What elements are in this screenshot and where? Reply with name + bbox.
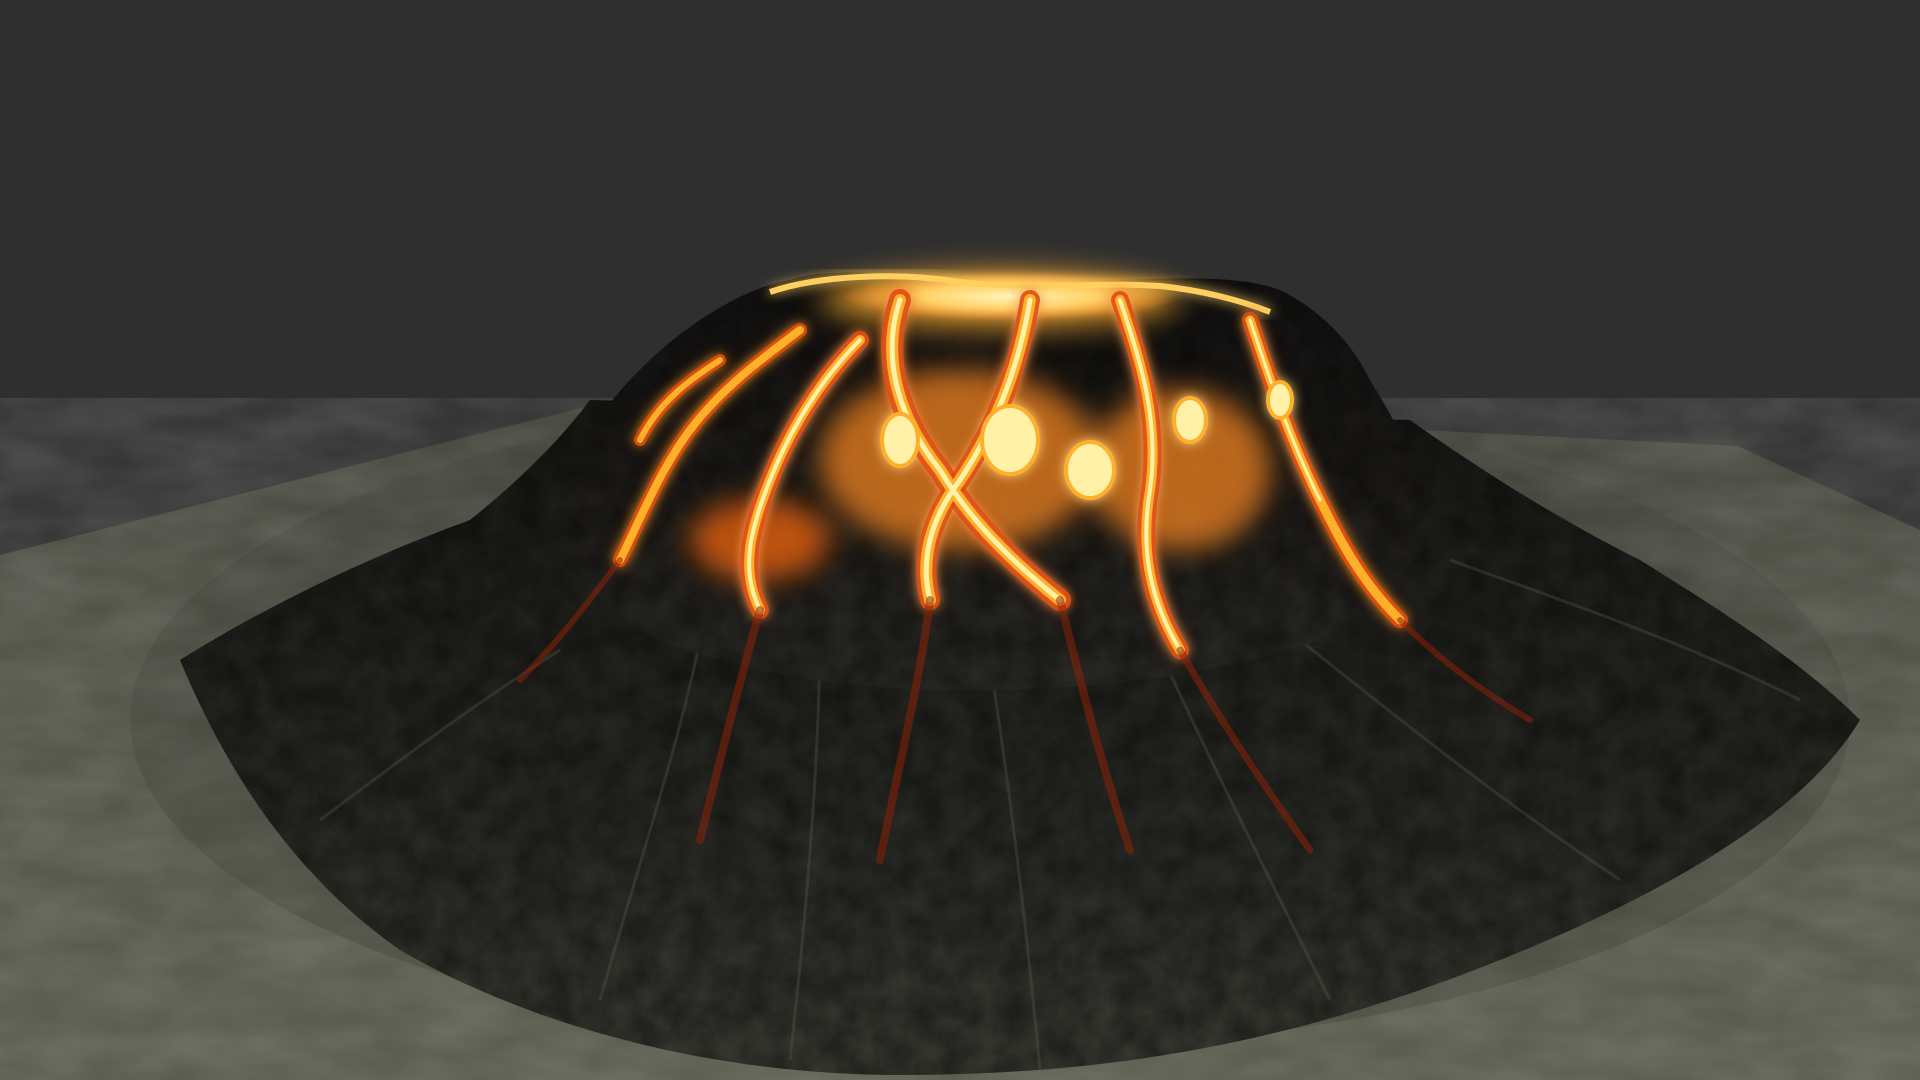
volcano-render [0, 0, 1920, 1080]
render-viewport [0, 0, 1920, 1080]
